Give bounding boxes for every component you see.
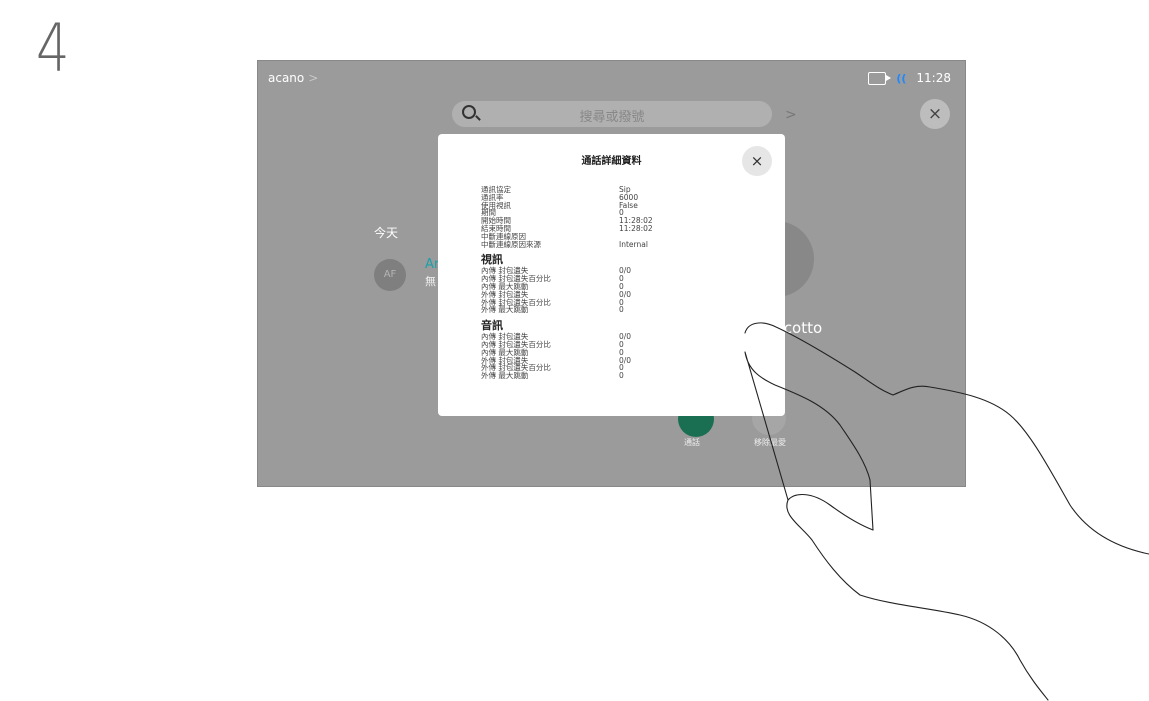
hand-outline <box>744 322 1149 701</box>
hand-pointer-icon <box>744 322 1149 701</box>
